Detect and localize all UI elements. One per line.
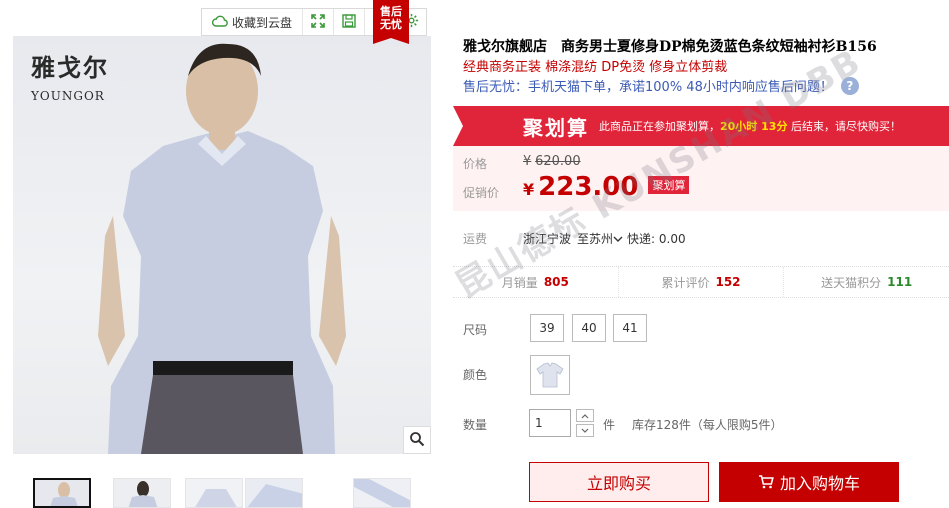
brand-logo-en: YOUNGOR bbox=[31, 89, 105, 103]
quantity-decrease-button[interactable] bbox=[576, 424, 594, 437]
thumbnail-5-image bbox=[354, 479, 410, 507]
save-button[interactable] bbox=[333, 9, 364, 35]
quantity-label: 数量 bbox=[463, 418, 488, 432]
brand-logo: 雅戈尔 YOUNGOR bbox=[31, 48, 121, 103]
juhuasuan-notice-post: 后结束，请尽快购买！ bbox=[787, 120, 901, 133]
buy-now-button[interactable]: 立即购买 bbox=[529, 462, 709, 502]
original-price-label: 价格 bbox=[463, 157, 488, 171]
thumbnail-5[interactable] bbox=[353, 478, 411, 508]
shipping-info: 浙江宁波 至苏州 快递: 0.00 bbox=[523, 230, 686, 247]
sale-price-currency: ¥ bbox=[523, 180, 535, 199]
juhuasuan-logo: 聚划算 bbox=[523, 115, 589, 140]
thumbnail-1[interactable] bbox=[33, 478, 91, 508]
sale-price-value: 223.00 bbox=[538, 172, 639, 202]
stock-info: 库存128件（每人限购5件） bbox=[632, 418, 783, 432]
product-subtitle: 经典商务正装 棉涤混纺 DP免烫 修身立体剪裁 bbox=[463, 60, 728, 75]
size-option-40[interactable]: 40 bbox=[572, 314, 606, 342]
ship-destination-select[interactable]: 至苏州 bbox=[577, 230, 623, 247]
original-price: ¥ 620.00 bbox=[523, 154, 581, 169]
after-sales-promise: 售后无忧：手机天猫下单，承诺100% 48小时内响应售后问题！ ? bbox=[463, 76, 859, 95]
thumbnail-1-image bbox=[35, 480, 89, 506]
after-sales-badge: 售后 无忧 bbox=[373, 0, 409, 44]
product-title: 雅戈尔旗舰店 商务男士夏修身DP棉免烫蓝色条纹短袖衬衫B156 bbox=[463, 39, 877, 55]
magnifier-icon bbox=[409, 431, 425, 450]
stat-reviews[interactable]: 累计评价 152 bbox=[617, 267, 784, 297]
thumbnail-4[interactable] bbox=[245, 478, 303, 508]
stat-reviews-label: 累计评价 bbox=[661, 275, 710, 290]
shirt-swatch-image bbox=[536, 362, 564, 388]
stat-monthly-sales-label: 月销量 bbox=[501, 275, 538, 290]
cart-icon bbox=[758, 475, 774, 489]
size-label: 尺码 bbox=[463, 323, 488, 337]
juhuasuan-tag: 聚划算 bbox=[648, 176, 690, 194]
ship-from: 浙江宁波 bbox=[523, 232, 572, 246]
after-sales-badge-line2: 无忧 bbox=[380, 18, 402, 31]
color-option-swatch[interactable] bbox=[530, 355, 570, 395]
thumbnail-3-image bbox=[186, 479, 242, 507]
expand-button[interactable] bbox=[302, 9, 333, 35]
juhuasuan-notice-pre: 此商品正在参加聚划算， bbox=[599, 120, 720, 133]
stat-monthly-sales-value: 805 bbox=[543, 275, 569, 289]
add-to-cart-label: 加入购物车 bbox=[779, 474, 860, 493]
quantity-increase-button[interactable] bbox=[576, 409, 594, 422]
stats-bar: 月销量 805 累计评价 152 送天猫积分 111 bbox=[453, 266, 949, 298]
juhuasuan-countdown: 20小时 13分 bbox=[720, 120, 788, 133]
ship-destination: 至苏州 bbox=[577, 232, 614, 246]
shipping-label: 运费 bbox=[463, 232, 488, 246]
chevron-down-icon bbox=[613, 236, 623, 242]
add-to-cart-button[interactable]: 加入购物车 bbox=[719, 462, 899, 502]
cloud-icon bbox=[211, 15, 228, 30]
expand-icon bbox=[311, 13, 325, 31]
stat-monthly-sales: 月销量 805 bbox=[453, 267, 618, 297]
size-option-39[interactable]: 39 bbox=[530, 314, 564, 342]
after-sales-badge-line1: 售后 bbox=[380, 5, 402, 18]
sale-price-label: 促销价 bbox=[463, 186, 500, 200]
juhuasuan-banner: 聚划算 此商品正在参加聚划算，20小时 13分 后结束，请尽快购买！ bbox=[453, 106, 949, 146]
chevron-down-icon bbox=[581, 428, 589, 433]
save-to-cloud-button[interactable]: 收藏到云盘 bbox=[202, 9, 302, 35]
original-price-value: 620.00 bbox=[535, 154, 581, 169]
quantity-unit: 件 bbox=[603, 418, 616, 432]
chevron-up-icon bbox=[581, 413, 589, 418]
thumbnail-4-image bbox=[246, 479, 302, 507]
stat-points: 送天猫积分 111 bbox=[783, 267, 949, 297]
stat-reviews-value: 152 bbox=[715, 275, 741, 289]
save-icon bbox=[342, 13, 356, 31]
help-icon[interactable]: ? bbox=[840, 76, 859, 95]
zoom-button[interactable] bbox=[403, 426, 431, 454]
juhuasuan-notice: 此商品正在参加聚划算，20小时 13分 后结束，请尽快购买！ bbox=[599, 118, 901, 134]
express-fee: 快递: 0.00 bbox=[627, 232, 686, 246]
original-price-currency: ¥ bbox=[523, 154, 532, 169]
stat-points-value: 111 bbox=[887, 275, 913, 289]
brand-logo-cn: 雅戈尔 bbox=[31, 53, 109, 82]
quantity-input[interactable] bbox=[529, 409, 571, 437]
banner-notch bbox=[453, 106, 463, 146]
color-label: 颜色 bbox=[463, 368, 488, 382]
stat-points-label: 送天猫积分 bbox=[821, 275, 882, 290]
sale-price: ¥ 223.00 聚划算 bbox=[523, 172, 690, 202]
thumbnail-2-image bbox=[114, 479, 170, 507]
thumbnail-3[interactable] bbox=[185, 478, 243, 508]
size-option-41[interactable]: 41 bbox=[613, 314, 647, 342]
save-to-cloud-label: 收藏到云盘 bbox=[232, 15, 293, 30]
thumbnail-2[interactable] bbox=[113, 478, 171, 508]
after-sales-promise-text: 售后无忧：手机天猫下单，承诺100% 48小时内响应售后问题！ bbox=[463, 80, 833, 95]
